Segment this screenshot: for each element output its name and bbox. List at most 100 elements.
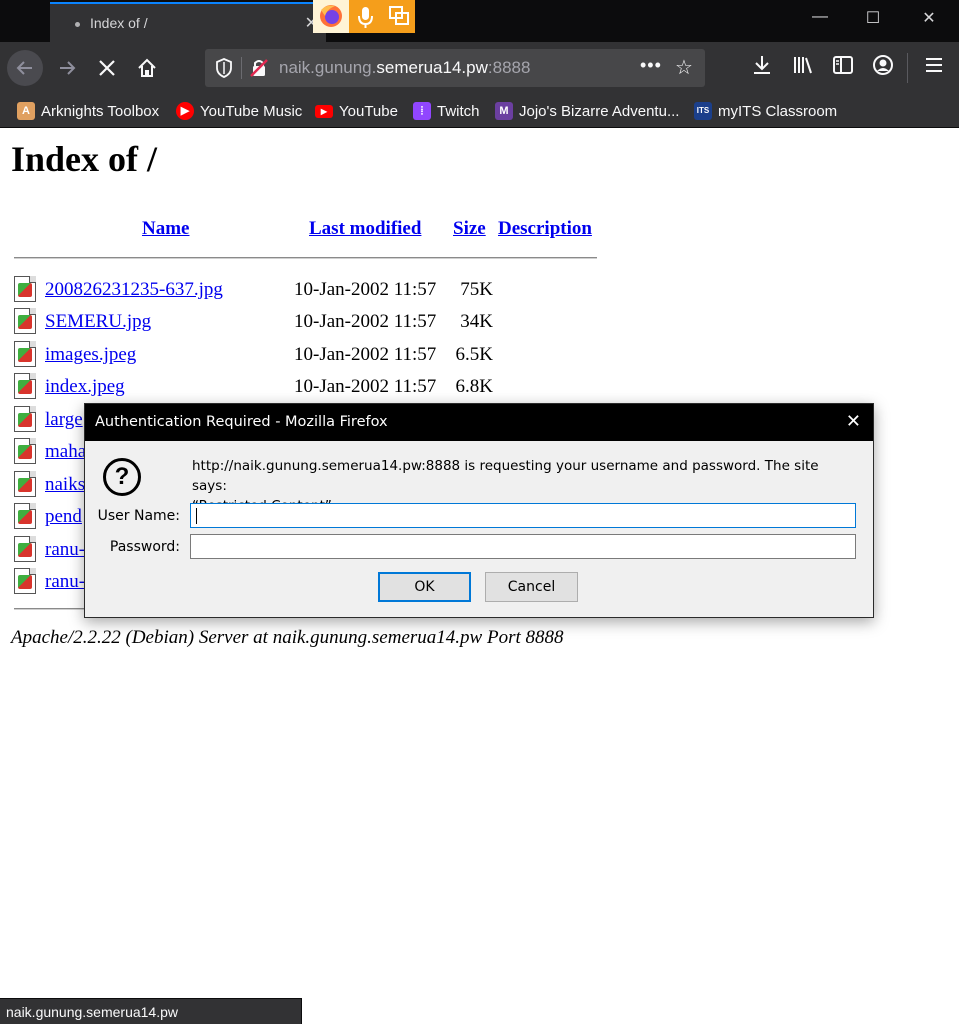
youtube-icon: ▶ [315, 104, 333, 118]
url-domain: semerua14.pw [376, 58, 488, 77]
forward-button[interactable] [49, 50, 85, 86]
bookmark-jojo[interactable]: M Jojo's Bizarre Adventu... [495, 101, 679, 121]
text-caret [196, 508, 197, 524]
ok-button[interactable]: OK [378, 572, 471, 602]
dialog-title: Authentication Required - Mozilla Firefo… [95, 414, 388, 430]
image-file-icon [14, 276, 36, 302]
url-prefix: naik.gunung. [279, 58, 377, 77]
myits-icon: ITS [694, 102, 712, 120]
toolbar-separator [907, 53, 908, 83]
image-file-icon [14, 406, 36, 432]
table-row: 200826231235-637.jpg 10-Jan-2002 11:57 7… [14, 274, 614, 306]
password-field[interactable] [190, 534, 856, 559]
twitch-icon: ⦙ [413, 102, 431, 120]
file-link[interactable]: 200826231235-637.jpg [45, 279, 223, 301]
loading-dot-icon [75, 22, 80, 27]
stop-button[interactable] [89, 50, 125, 86]
page-actions-icon[interactable]: ••• [640, 55, 662, 76]
downloads-icon[interactable] [751, 54, 773, 81]
file-link[interactable]: SEMERU.jpg [45, 311, 151, 333]
bookmark-twitch[interactable]: ⦙ Twitch [413, 101, 480, 121]
bookmarks-toolbar: A Arknights Toolbox ▶ YouTube Music ▶ Yo… [0, 94, 959, 128]
file-link[interactable]: pend [45, 506, 82, 528]
column-size-link[interactable]: Size [453, 218, 486, 240]
home-button[interactable] [129, 50, 165, 86]
window-close-icon[interactable]: ✕ [914, 8, 944, 28]
tab-index[interactable]: Index of / ✕ [50, 2, 326, 42]
firefox-icon[interactable] [313, 0, 349, 33]
maximize-icon[interactable]: ☐ [858, 8, 888, 28]
sidebar-icon[interactable] [832, 54, 854, 81]
question-icon: ? [103, 458, 141, 496]
youtube-music-icon: ▶ [176, 102, 194, 120]
file-size: 75K [460, 279, 493, 300]
header-divider [14, 257, 597, 259]
file-link[interactable]: index.jpeg [45, 376, 125, 398]
file-link[interactable]: images.jpeg [45, 344, 136, 366]
bookmark-label: YouTube [339, 102, 398, 120]
dialog-titlebar: Authentication Required - Mozilla Firefo… [85, 404, 873, 441]
bookmark-label: myITS Classroom [718, 102, 838, 120]
cancel-button[interactable]: Cancel [485, 572, 578, 602]
insecure-lock-icon[interactable] [249, 58, 269, 83]
status-bar: naik.gunung.semerua14.pw [0, 998, 302, 1024]
bookmark-youtube[interactable]: ▶ YouTube [315, 101, 398, 121]
microphone-icon[interactable] [349, 0, 382, 33]
library-icon[interactable] [792, 54, 814, 81]
image-file-icon [14, 471, 36, 497]
back-button[interactable] [7, 50, 43, 86]
file-date: 10-Jan-2002 11:57 [294, 376, 437, 397]
file-size: 6.5K [455, 344, 493, 365]
overlay-toolbar [313, 0, 415, 33]
image-file-icon [14, 503, 36, 529]
image-file-icon [14, 536, 36, 562]
file-link[interactable]: naiks [45, 474, 85, 496]
file-date: 10-Jan-2002 11:57 [294, 344, 437, 365]
username-field[interactable] [190, 503, 856, 528]
jojo-icon: M [495, 102, 513, 120]
title-bar: Index of / ✕ — ☐ ✕ [0, 0, 959, 42]
table-row: SEMERU.jpg 10-Jan-2002 11:57 34K [14, 306, 614, 338]
url-text[interactable]: naik.gunung.semerua14.pw:8888 [279, 58, 530, 78]
table-row: index.jpeg 10-Jan-2002 11:57 6.8K [14, 371, 614, 403]
file-size: 34K [460, 311, 493, 332]
file-link[interactable]: ranu- [45, 539, 85, 561]
url-bar[interactable]: naik.gunung.semerua14.pw:8888 ••• ☆ [205, 49, 705, 87]
menu-icon[interactable] [923, 54, 945, 81]
authentication-dialog: Authentication Required - Mozilla Firefo… [84, 403, 874, 618]
dialog-message-line1: http://naik.gunung.semerua14.pw:8888 is … [192, 458, 819, 494]
bookmark-label: YouTube Music [200, 102, 303, 120]
status-url: naik.gunung.semerua14.pw [6, 1004, 179, 1020]
file-size: 6.8K [455, 376, 493, 397]
image-file-icon [14, 438, 36, 464]
column-description-link[interactable]: Description [498, 218, 592, 240]
dialog-close-icon[interactable]: ✕ [846, 411, 861, 432]
minimize-icon[interactable]: — [805, 8, 835, 26]
tab-title: Index of / [90, 15, 148, 31]
image-file-icon [14, 568, 36, 594]
bookmark-youtube-music[interactable]: ▶ YouTube Music [176, 101, 302, 121]
bookmark-label: Arknights Toolbox [41, 102, 160, 120]
navigation-toolbar: naik.gunung.semerua14.pw:8888 ••• ☆ [0, 42, 959, 94]
bookmark-arknights[interactable]: A Arknights Toolbox [17, 101, 159, 121]
file-date: 10-Jan-2002 11:57 [294, 311, 437, 332]
file-link[interactable]: maha [45, 441, 86, 463]
account-icon[interactable] [872, 54, 894, 81]
bookmark-myits[interactable]: ITS myITS Classroom [694, 101, 837, 121]
screen-share-icon[interactable] [382, 0, 415, 33]
file-link[interactable]: large [45, 409, 83, 431]
table-row: images.jpeg 10-Jan-2002 11:57 6.5K [14, 339, 614, 371]
image-file-icon [14, 308, 36, 334]
shield-icon[interactable] [215, 58, 233, 83]
server-signature: Apache/2.2.22 (Debian) Server at naik.gu… [11, 627, 564, 648]
url-separator [241, 57, 242, 79]
url-port: :8888 [487, 58, 531, 77]
password-label: Password: [109, 539, 180, 555]
column-last-modified-link[interactable]: Last modified [309, 218, 421, 240]
column-name-link[interactable]: Name [142, 218, 189, 240]
page-title: Index of / [11, 139, 158, 179]
file-link[interactable]: ranu- [45, 571, 85, 593]
image-file-icon [14, 373, 36, 399]
image-file-icon [14, 341, 36, 367]
bookmark-star-icon[interactable]: ☆ [675, 55, 693, 80]
